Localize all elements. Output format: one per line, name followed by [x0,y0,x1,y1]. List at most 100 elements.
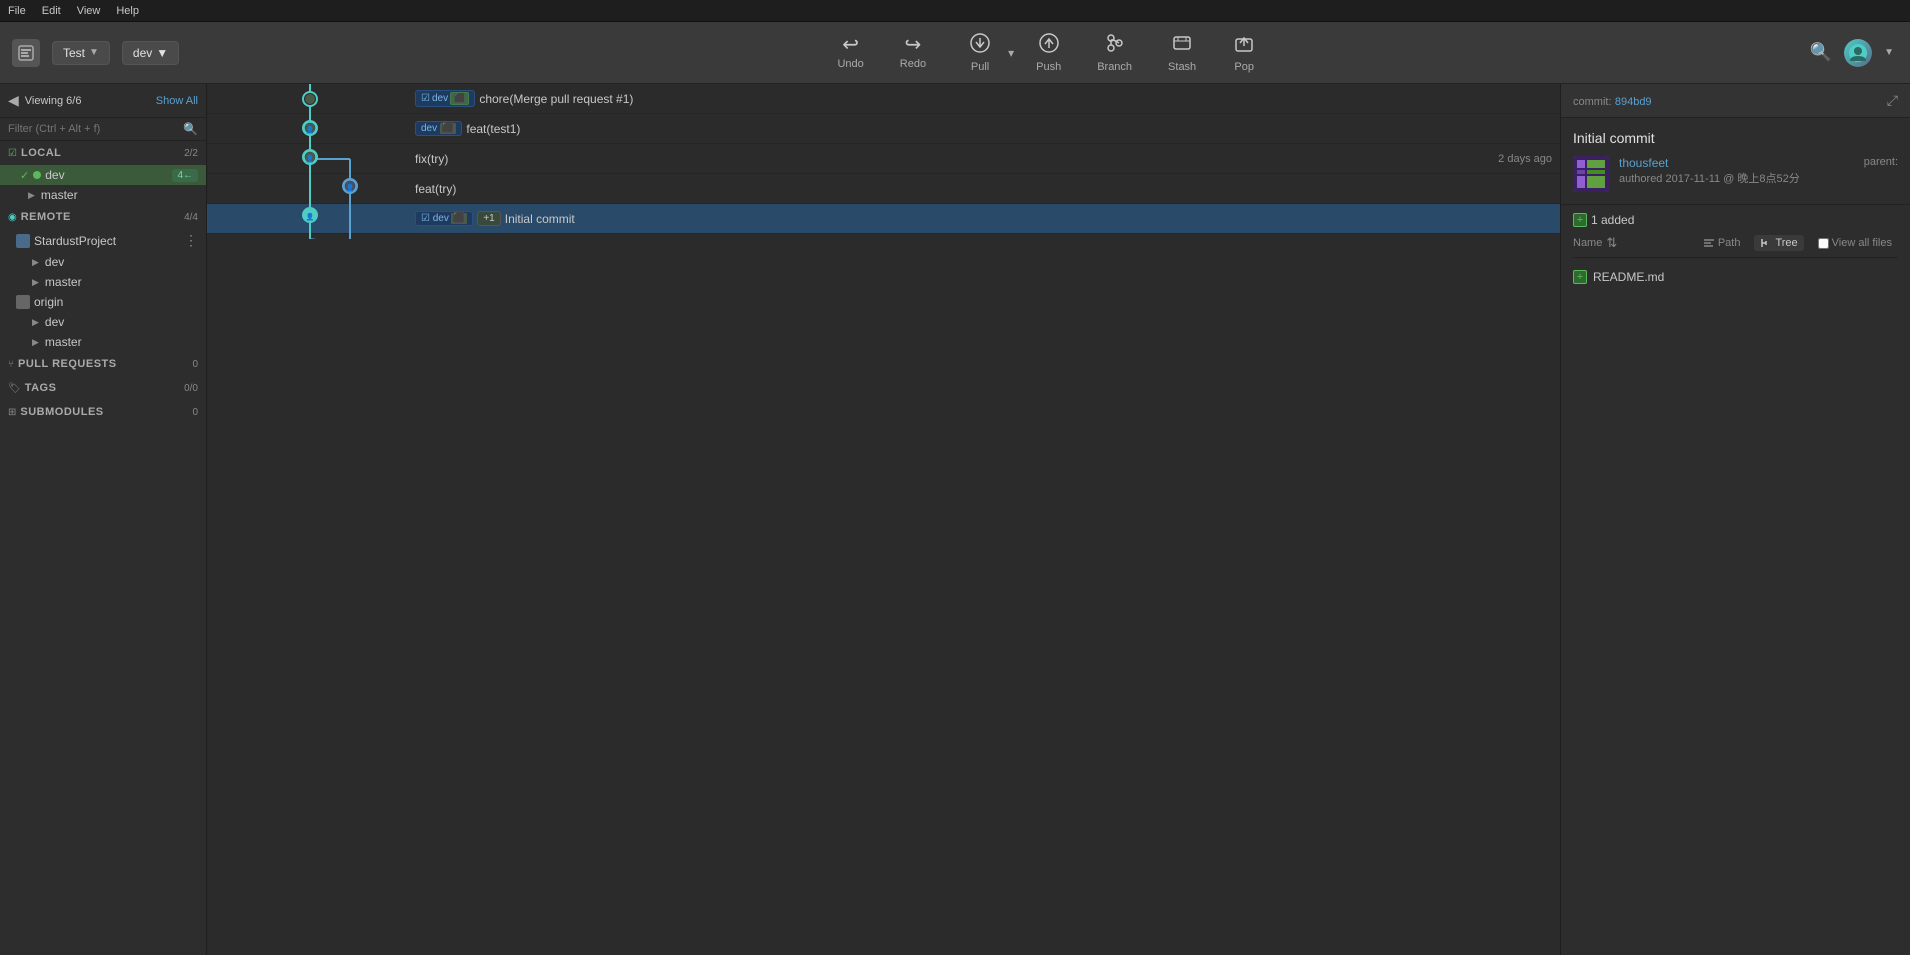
redo-button[interactable]: ↪ Redo [882,29,944,76]
pull-requests-label: PULL REQUESTS [18,358,192,370]
commit-message-3: fix(try) [415,152,1494,166]
commit-row-2[interactable]: dev ⬛ feat(test1) [207,114,1560,144]
user-avatar-button[interactable] [1844,39,1872,67]
pull-requests-count: 0 [192,359,198,370]
commit-time-3: 2 days ago [1498,153,1552,165]
files-sort-label: Name [1573,237,1602,249]
project-selector[interactable]: Test ▼ [52,41,110,65]
menu-file[interactable]: File [8,5,26,17]
remote-origin-dev[interactable]: ▶ dev [0,312,206,332]
filter-search-icon: 🔍 [183,122,198,136]
stardustproject-icon [16,234,30,248]
pull-button[interactable]: Pull [944,26,1004,79]
pop-button[interactable]: Pop [1214,26,1274,79]
commit-title: Initial commit [1573,130,1898,146]
pull-requests-section-header[interactable]: ⑂ PULL REQUESTS 0 [0,352,206,376]
view-all-files-link[interactable]: View all files [1812,235,1898,251]
menu-edit[interactable]: Edit [42,5,61,17]
commit-row-3[interactable]: fix(try) 2 days ago [207,144,1560,174]
commit-hash-value: 894bd9 [1615,96,1652,108]
sidebar-top: ◀ Viewing 6/6 Show All [0,84,206,118]
right-panel: commit: 894bd9 ⤢ Initial commit [1560,84,1910,955]
plus1-tag: +1 [477,211,500,226]
commit-hash-area: commit: 894bd9 [1573,94,1652,108]
dev-branch-tag-1: ☑ dev ⬛ [415,90,475,107]
commit-row-5-content: ☑ dev ⬛ +1 Initial commit [415,211,1552,226]
stash-button[interactable]: Stash [1150,26,1214,79]
show-all-link[interactable]: Show All [156,95,198,107]
commit-row-1[interactable]: ☑ dev ⬛ chore(Merge pull request #1) [207,84,1560,114]
redo-icon: ↪ [905,35,922,55]
parent-label: parent: [1864,156,1898,170]
sidebar-back-arrow[interactable]: ◀ [8,92,19,109]
remote-repo-origin[interactable]: origin [0,292,206,312]
dev-branch-dot [33,171,41,179]
tags-section-header[interactable]: 🏷 TAGS 0/0 [0,376,206,400]
submodules-label: SUBMODULES [20,406,192,418]
user-dropdown-arrow[interactable]: ▼ [1884,47,1894,58]
commit-message-2: feat(test1) [466,122,1552,136]
tree-view-btn[interactable]: Tree [1754,235,1803,251]
author-info: thousfeet parent: authored 2017-11-11 @ … [1619,156,1898,186]
dev-branch-name: dev [45,168,168,182]
origin-master-name: master [45,335,198,349]
sdp-master-name: master [45,275,198,289]
menu-view[interactable]: View [77,5,101,17]
added-icon: + [1573,213,1587,227]
main-layout: ◀ Viewing 6/6 Show All 🔍 ☑ LOCAL 2/2 ✓ d… [0,84,1910,955]
remote-stardustproject-dev[interactable]: ▶ dev [0,252,206,272]
origin-master-triangle: ▶ [32,337,39,348]
stardustproject-more-btn[interactable]: ⋮ [184,232,198,249]
commit-row-3-content: fix(try) 2 days ago [415,152,1552,166]
project-name: Test [63,46,85,60]
remote-stardustproject-master[interactable]: ▶ master [0,272,206,292]
menu-help[interactable]: Help [116,5,139,17]
local-branch-dev[interactable]: ✓ dev 4← [0,165,206,185]
pull-icon [969,32,991,58]
undo-icon: ↩ [842,35,859,55]
commit-row-5[interactable]: ☑ dev ⬛ +1 Initial commit [207,204,1560,234]
author-date: authored 2017-11-11 @ 晚上8点52分 [1619,170,1898,186]
remote-origin-master[interactable]: ▶ master [0,332,206,352]
author-avatar [1573,156,1609,192]
commit-message-1: chore(Merge pull request #1) [479,92,1552,106]
project-dropdown-arrow: ▼ [89,47,99,58]
origin-dev-name: dev [45,315,198,329]
local-section-header[interactable]: ☑ LOCAL 2/2 [0,141,206,165]
tags-count: 0/0 [184,383,198,394]
submodules-section-header[interactable]: ⊞ SUBMODULES 0 [0,400,206,424]
pull-split-arrow[interactable]: ▾ [1004,40,1018,66]
remote-section-label: REMOTE [21,211,184,223]
tags-label: TAGS [25,382,184,394]
undo-label: Undo [837,58,863,70]
path-view-btn[interactable]: Path [1697,235,1747,251]
pop-label: Pop [1234,61,1254,73]
remote-section-header[interactable]: ◉ REMOTE 4/4 [0,205,206,229]
file-item-readme[interactable]: + README.md [1573,266,1898,288]
commit-row-4[interactable]: feat(try) [207,174,1560,204]
expand-panel-btn[interactable]: ⤢ [1887,92,1898,109]
push-button[interactable]: Push [1018,26,1079,79]
pop-icon [1233,32,1255,58]
remote-repo-stardustproject[interactable]: StardustProject ⋮ [0,229,206,252]
remote-section-count: 4/4 [184,212,198,223]
sort-icon: ⇅ [1606,235,1617,251]
undo-button[interactable]: ↩ Undo [819,29,881,76]
branch-icon [1104,32,1126,58]
sidebar: ◀ Viewing 6/6 Show All 🔍 ☑ LOCAL 2/2 ✓ d… [0,84,207,955]
pull-label: Pull [971,61,989,73]
commit-row-1-content: ☑ dev ⬛ chore(Merge pull request #1) [415,90,1552,107]
toolbar-center: ↩ Undo ↪ Redo Pull ▾ [300,26,1794,79]
branch-selector[interactable]: dev ▼ [122,41,179,65]
local-branch-master[interactable]: ▶ master [0,185,206,205]
dev-branch-tag-2: dev ⬛ [415,121,462,136]
branch-button[interactable]: Branch [1079,26,1150,79]
filter-input[interactable] [8,123,179,135]
app-icon [12,39,40,67]
branch-tags-1: ☑ dev ⬛ [415,90,475,107]
search-button[interactable]: 🔍 [1810,42,1832,63]
master-branch-name: master [41,188,198,202]
view-all-checkbox[interactable] [1818,238,1829,249]
sdp-dev-name: dev [45,255,198,269]
filter-row: 🔍 [0,118,206,141]
